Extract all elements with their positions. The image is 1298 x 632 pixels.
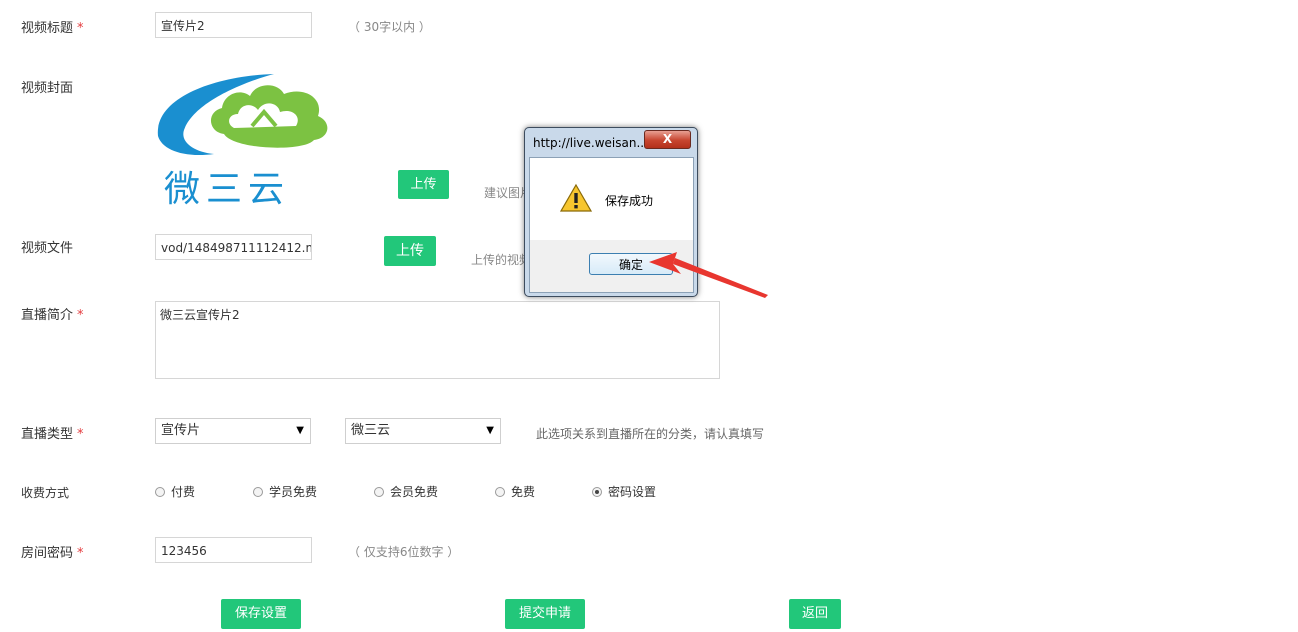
video-title-label: 视频标题 * <box>21 21 84 36</box>
file-hint: 上传的视频 <box>471 253 532 267</box>
video-file-input[interactable]: vod/148498711112412.mp4 <box>155 234 312 260</box>
close-icon[interactable]: X <box>644 130 691 149</box>
fee-option-member-free[interactable]: 会员免费 <box>374 483 438 500</box>
type-hint: 此选项关系到直播所在的分类，请认真填写 <box>536 427 765 441</box>
warning-icon <box>560 183 592 212</box>
cover-upload-button[interactable]: 上传 <box>398 170 449 199</box>
dropdown-arrow-icon: ▼ <box>486 425 494 436</box>
type-label: 直播类型 * <box>21 427 84 442</box>
fee-option-student-free[interactable]: 学员免费 <box>253 483 317 500</box>
save-settings-button[interactable]: 保存设置 <box>221 599 301 629</box>
logo-text: 微三云 <box>164 169 291 210</box>
back-button[interactable]: 返回 <box>789 599 841 629</box>
radio-icon[interactable] <box>374 486 384 497</box>
fee-option-paid[interactable]: 付费 <box>155 483 195 500</box>
password-input[interactable]: 123456 <box>155 537 312 563</box>
password-label: 房间密码 * <box>21 546 84 561</box>
password-hint: （ 仅支持6位数字 ） <box>348 545 460 559</box>
dropdown-arrow-icon: ▼ <box>296 425 304 436</box>
video-title-input[interactable]: 宣传片2 <box>155 12 312 38</box>
fee-option-password[interactable]: 密码设置 <box>592 483 656 500</box>
video-title-hint: （ 30字以内 ） <box>348 20 431 34</box>
type-select-secondary[interactable]: 微三云 ▼ <box>345 418 501 444</box>
submit-application-button[interactable]: 提交申请 <box>505 599 585 629</box>
intro-textarea[interactable]: 微三云宣传片2 <box>155 301 720 379</box>
radio-icon[interactable] <box>253 486 263 497</box>
type-select-primary[interactable]: 宣传片 ▼ <box>155 418 311 444</box>
dialog-title: http://live.weisan... <box>533 136 648 150</box>
radio-icon[interactable] <box>155 486 165 497</box>
dialog-message: 保存成功 <box>605 194 654 208</box>
intro-label: 直播简介 * <box>21 308 84 323</box>
fee-label: 收费方式 <box>21 486 70 500</box>
video-cover-label: 视频封面 <box>21 81 74 96</box>
cover-image: 微三云 <box>154 72 358 210</box>
file-upload-button[interactable]: 上传 <box>384 236 436 266</box>
radio-checked-icon[interactable] <box>592 486 602 497</box>
annotation-arrow-icon <box>649 252 768 298</box>
video-file-label: 视频文件 <box>21 241 74 256</box>
radio-icon[interactable] <box>495 486 505 497</box>
fee-option-free[interactable]: 免费 <box>495 483 535 500</box>
